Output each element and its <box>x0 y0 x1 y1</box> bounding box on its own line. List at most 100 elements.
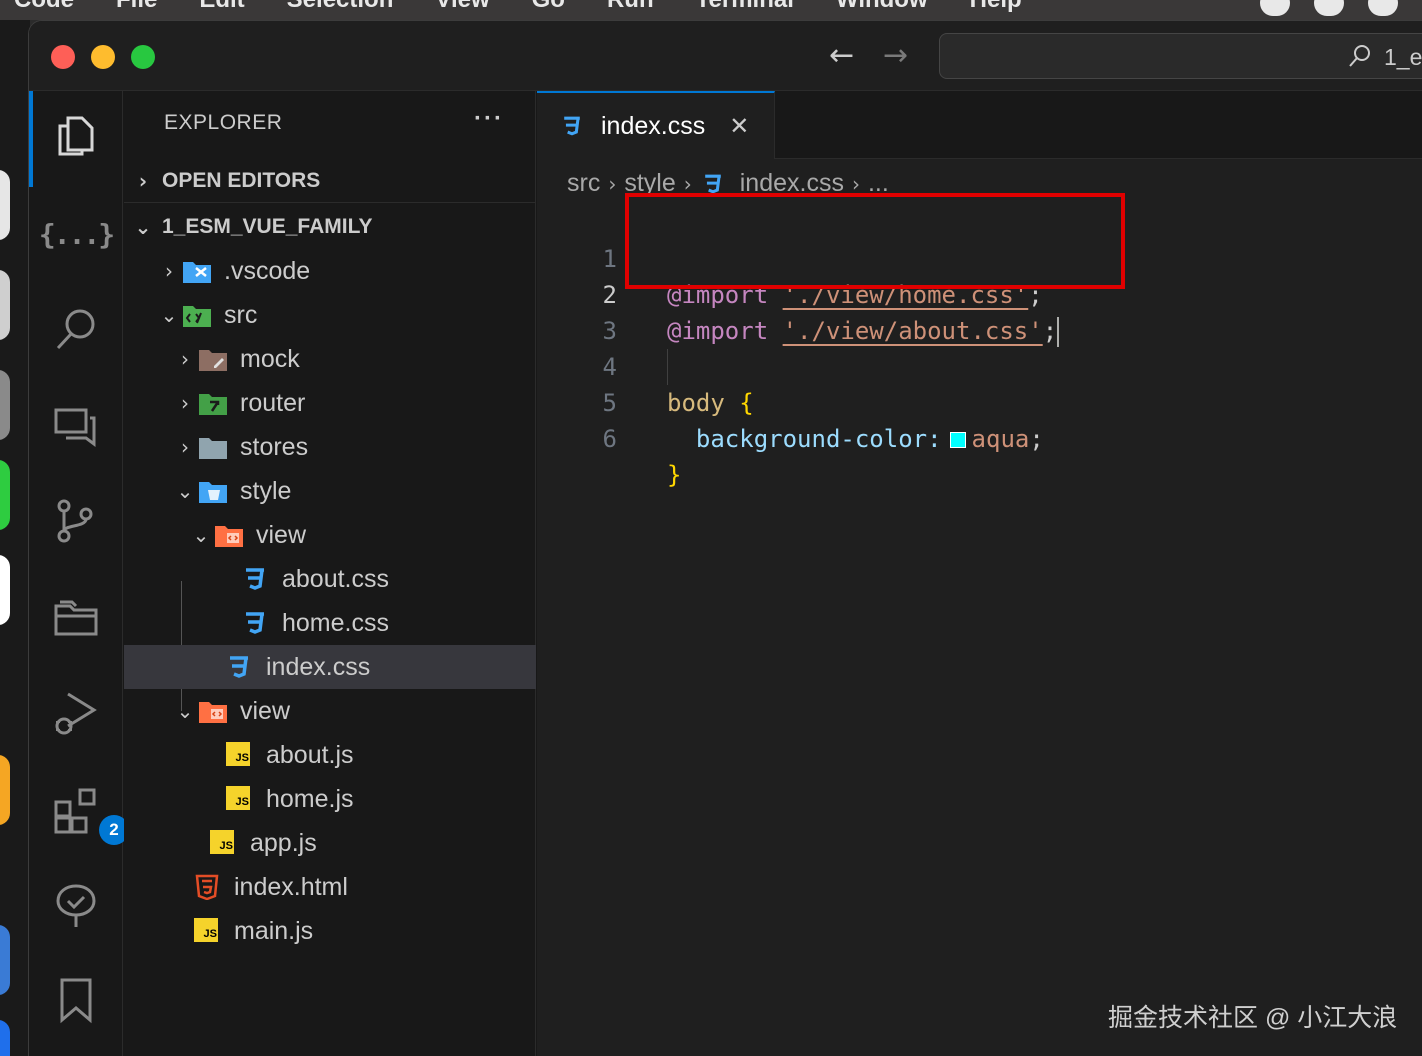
more-actions-icon[interactable]: ··· <box>474 105 504 133</box>
menu-window[interactable]: Window <box>836 0 928 14</box>
color-swatch[interactable] <box>949 432 966 448</box>
tree-item-view[interactable]: ⌄ view <box>124 513 536 557</box>
minimize-window-button[interactable] <box>91 45 115 69</box>
code-line: 4 body { <box>537 313 1422 417</box>
open-editors-label: OPEN EDITORS <box>162 168 321 192</box>
css-file-icon <box>240 566 270 592</box>
menu-view[interactable]: View <box>435 0 489 14</box>
dock-app-icon[interactable] <box>0 925 10 995</box>
tree-item-router[interactable]: › router <box>124 381 536 425</box>
braces-icon[interactable]: {...} <box>39 209 115 259</box>
chevron-right-icon: › <box>165 259 173 283</box>
tree-item-label: view <box>240 696 291 725</box>
tree-item-view[interactable]: ⌄ view <box>124 689 536 733</box>
status-icon[interactable] <box>1368 0 1398 16</box>
menubar-status-icons <box>1260 0 1398 16</box>
active-indicator <box>29 91 33 187</box>
js-file-icon: JS <box>208 830 238 856</box>
project-root-section[interactable]: ⌄ 1_ESM_VUE_FAMILY <box>124 205 536 249</box>
editor-tabs: index.css ✕ <box>537 91 1422 159</box>
dock-app-icon[interactable] <box>0 555 10 625</box>
chat-icon[interactable] <box>51 401 101 451</box>
chevron-right-icon: › <box>851 171 860 196</box>
tree-item-main-js[interactable]: JS main.js <box>124 909 536 953</box>
run-debug-icon[interactable] <box>51 687 101 737</box>
dock-app-icon[interactable] <box>0 370 10 440</box>
titlebar: ← → 1_e <box>29 21 1422 91</box>
tree-item-about-css[interactable]: about.css <box>124 557 536 601</box>
breadcrumb-item[interactable]: src <box>567 169 600 198</box>
status-icon[interactable] <box>1260 0 1290 16</box>
tab-index-css[interactable]: index.css ✕ <box>537 91 775 159</box>
close-icon[interactable]: ✕ <box>729 112 749 140</box>
close-window-button[interactable] <box>51 45 75 69</box>
indent-guide <box>667 349 668 385</box>
style-folder-icon <box>198 478 228 504</box>
tree-item-label: app.js <box>250 828 317 857</box>
tree-item-vscode[interactable]: › .vscode <box>124 249 536 293</box>
chevron-right-icon: › <box>608 171 617 196</box>
dock-app-icon[interactable] <box>0 755 10 825</box>
menu-selection[interactable]: Selection <box>287 0 394 14</box>
chevron-right-icon: › <box>683 171 692 196</box>
tree-item-about-js[interactable]: JS about.js <box>124 733 536 777</box>
status-icon[interactable] <box>1314 0 1344 16</box>
dock <box>0 20 30 1056</box>
dock-app-icon[interactable] <box>0 460 10 530</box>
tree-item-style[interactable]: ⌄ style <box>124 469 536 513</box>
explorer-sidebar: EXPLORER ··· › OPEN EDITORS ⌄ 1_ESM_VUE_… <box>124 91 536 1056</box>
tree-item-index-css[interactable]: index.css <box>124 645 536 689</box>
back-arrow-icon[interactable]: ← <box>829 39 854 73</box>
mock-folder-icon <box>198 346 228 372</box>
chevron-right-icon: › <box>181 347 189 371</box>
bookmark-icon[interactable] <box>51 975 101 1025</box>
zoom-window-button[interactable] <box>131 45 155 69</box>
tree-item-src[interactable]: ⌄ src <box>124 293 536 337</box>
dock-app-icon[interactable] <box>0 1020 10 1056</box>
command-center-search[interactable]: 1_e <box>939 33 1422 79</box>
vscode-window: ← → 1_e {...} 2 EXPLORER ··· › OPEN EDIT… <box>28 20 1422 1056</box>
code-token: } <box>667 461 682 489</box>
menu-help[interactable]: Help <box>970 0 1022 14</box>
tree-item-stores[interactable]: › stores <box>124 425 536 469</box>
command-center-label: 1_e <box>1384 44 1422 70</box>
tree-item-label: about.js <box>266 740 354 769</box>
extensions-icon[interactable]: 2 <box>51 787 129 845</box>
tree-icon[interactable] <box>51 881 101 931</box>
source-control-icon[interactable] <box>51 495 101 545</box>
open-editors-section[interactable]: › OPEN EDITORS <box>124 159 536 203</box>
tab-label: index.css <box>601 111 706 140</box>
menu-file[interactable]: File <box>116 0 157 14</box>
forward-arrow-icon[interactable]: → <box>883 39 908 73</box>
tree-item-label: .vscode <box>224 256 311 285</box>
tree-item-label: index.html <box>234 872 348 901</box>
tree-item-app-js[interactable]: JS app.js <box>124 821 536 865</box>
code-token: background-color: <box>695 425 942 453</box>
chevron-right-icon: › <box>181 435 189 459</box>
folder-icon <box>198 434 228 460</box>
folders-icon[interactable] <box>51 591 101 641</box>
search-icon[interactable] <box>51 303 101 353</box>
chevron-down-icon: ⌄ <box>176 479 194 503</box>
tree-item-home-js[interactable]: JS home.js <box>124 777 536 821</box>
menu-edit[interactable]: Edit <box>199 0 244 14</box>
menu-go[interactable]: Go <box>532 0 565 14</box>
tree-item-label: src <box>224 300 258 329</box>
tree-item-mock[interactable]: › mock <box>124 337 536 381</box>
tree-item-label: router <box>240 388 306 417</box>
view-folder-icon <box>198 698 228 724</box>
menu-run[interactable]: Run <box>607 0 654 14</box>
dock-app-icon[interactable] <box>0 270 10 340</box>
html-file-icon <box>192 874 222 901</box>
tree-item-index-html[interactable]: index.html <box>124 865 536 909</box>
watermark: 掘金技术社区 @ 小江大浪 <box>1108 1004 1398 1032</box>
explorer-icon[interactable] <box>51 111 101 161</box>
chevron-right-icon: › <box>181 391 189 415</box>
tree-item-label: index.css <box>266 652 371 681</box>
tree-item-home-css[interactable]: home.css <box>124 601 536 645</box>
menu-code[interactable]: Code <box>14 0 74 14</box>
css-file-icon <box>224 654 254 680</box>
code-token: aqua <box>971 425 1030 453</box>
dock-app-icon[interactable] <box>0 170 10 240</box>
menu-terminal[interactable]: Terminal <box>696 0 794 14</box>
